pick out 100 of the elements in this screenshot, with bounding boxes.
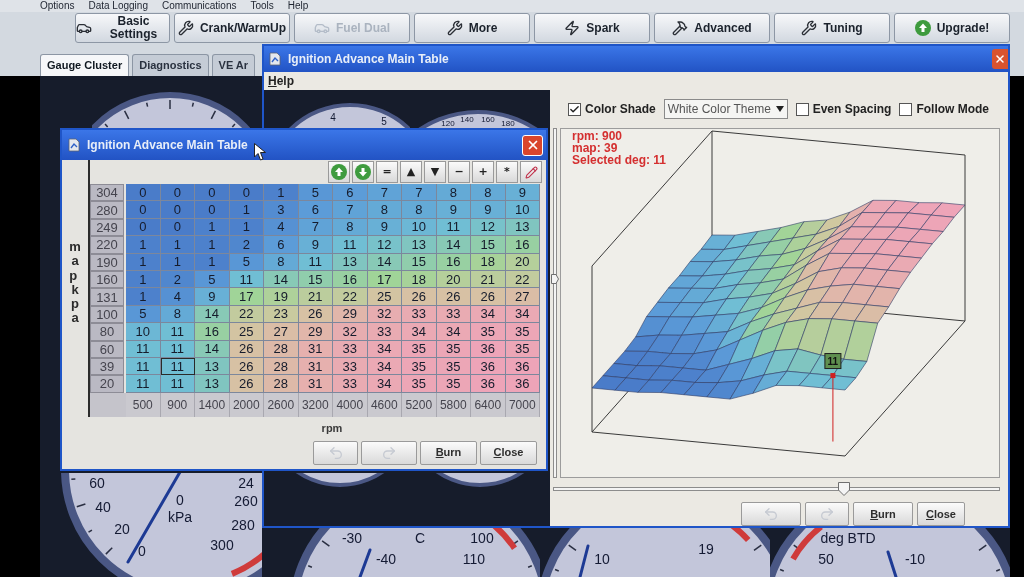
dialog-button[interactable]: Close <box>480 440 537 465</box>
table-cell[interactable]: 35 <box>471 323 506 341</box>
table-cell[interactable]: 9 <box>471 201 506 219</box>
table-cell[interactable]: 35 <box>505 323 540 341</box>
table-cell[interactable]: 4 <box>160 288 195 306</box>
table-cell[interactable]: 13 <box>195 375 230 393</box>
table-cell[interactable]: 10 <box>505 201 540 219</box>
slider-thumb[interactable] <box>837 482 850 496</box>
checkbox-label[interactable]: Even Spacing <box>812 100 892 118</box>
theme-dropdown[interactable]: White Color Theme <box>663 99 788 119</box>
tool-button[interactable] <box>328 161 350 183</box>
table-cell[interactable]: 10 <box>126 323 161 341</box>
toolbar-button[interactable]: Tuning <box>774 13 890 43</box>
table-cell[interactable]: 8 <box>402 201 437 219</box>
table-cell[interactable]: 0 <box>229 184 264 202</box>
tab[interactable]: Gauge Cluster <box>40 54 130 76</box>
table-cell[interactable]: 8 <box>436 184 471 202</box>
table-cell[interactable]: 11 <box>160 323 195 341</box>
toolbar-button[interactable]: More <box>414 13 530 43</box>
tool-button[interactable]: + <box>472 161 494 183</box>
table-cell[interactable]: 27 <box>264 323 299 341</box>
table-cell[interactable]: 33 <box>367 323 402 341</box>
table-cell[interactable]: 15 <box>471 236 506 254</box>
checkbox[interactable] <box>899 102 913 116</box>
table-cell[interactable]: 1 <box>264 184 299 202</box>
tool-button[interactable] <box>352 161 374 183</box>
checkbox-label[interactable]: Follow Mode <box>916 100 990 118</box>
table-cell[interactable]: 0 <box>160 184 195 202</box>
table-cell[interactable]: 6 <box>333 184 368 202</box>
table-cell[interactable]: 9 <box>436 201 471 219</box>
table-cell[interactable]: 26 <box>436 288 471 306</box>
table-cell[interactable]: 6 <box>298 201 333 219</box>
checkbox[interactable] <box>568 102 581 116</box>
table-cell[interactable]: 34 <box>436 323 471 341</box>
menu-item[interactable]: Options <box>40 0 75 12</box>
vertical-slider[interactable] <box>551 128 559 478</box>
tool-button[interactable]: = <box>376 161 398 183</box>
table-cell[interactable]: 1 <box>229 201 264 219</box>
table-cell[interactable]: 26 <box>471 288 506 306</box>
toolbar-button[interactable]: Spark <box>534 13 650 43</box>
table-cell[interactable]: 17 <box>229 288 264 306</box>
table-cell[interactable]: 14 <box>436 236 471 254</box>
table-cell[interactable]: 5 <box>298 184 333 202</box>
table-cell[interactable]: 33 <box>333 375 368 393</box>
table-cell[interactable]: 0 <box>160 201 195 219</box>
tab[interactable]: Diagnostics <box>132 54 209 76</box>
menu-item[interactable]: Communications <box>161 0 237 12</box>
tool-button[interactable]: ▲ <box>400 161 422 183</box>
dialog-button[interactable]: Burn <box>853 502 913 526</box>
table-cell[interactable]: 0 <box>126 201 161 219</box>
table-cell[interactable]: 16 <box>195 323 230 341</box>
close-button[interactable] <box>522 134 543 156</box>
table-cell[interactable]: 26 <box>229 375 264 393</box>
table-cell[interactable]: 16 <box>505 236 540 254</box>
checkbox-label[interactable]: Color Shade <box>585 100 656 118</box>
table-cell[interactable]: 9 <box>505 184 540 202</box>
table-cell[interactable]: 7 <box>367 184 402 202</box>
close-button[interactable] <box>992 49 1008 69</box>
table-cell[interactable]: 6 <box>264 236 299 254</box>
table-cell[interactable]: 8 <box>367 201 402 219</box>
table-cell[interactable]: 0 <box>195 201 230 219</box>
table-cell[interactable]: 1 <box>126 236 161 254</box>
table-cell[interactable]: 36 <box>505 375 540 393</box>
dialog-button[interactable]: Burn <box>420 440 477 465</box>
tool-button[interactable]: * <box>496 161 518 183</box>
table-cell[interactable]: 27 <box>505 288 540 306</box>
table-cell[interactable]: 12 <box>367 236 402 254</box>
table-cell[interactable]: 35 <box>436 375 471 393</box>
table-cell[interactable]: 19 <box>264 288 299 306</box>
tool-button[interactable] <box>520 161 542 183</box>
table-cell[interactable]: 22 <box>333 288 368 306</box>
tab[interactable]: VE Ar <box>211 54 256 76</box>
table-cell[interactable]: 11 <box>126 375 161 393</box>
toolbar-button[interactable]: Basic Settings <box>75 13 170 43</box>
table-cell[interactable]: 11 <box>160 375 195 393</box>
menu-item[interactable]: Help <box>268 72 294 90</box>
table-cell[interactable]: 7 <box>402 184 437 202</box>
table-cell[interactable]: 0 <box>195 184 230 202</box>
table-cell[interactable]: 29 <box>298 323 333 341</box>
table-cell[interactable]: 1 <box>126 288 161 306</box>
table-cell[interactable]: 1 <box>160 236 195 254</box>
table-cell[interactable]: 35 <box>402 375 437 393</box>
table-cell[interactable]: 11 <box>333 236 368 254</box>
table-cell[interactable]: 36 <box>471 375 506 393</box>
horizontal-slider[interactable] <box>553 482 1000 496</box>
table-cell[interactable]: 34 <box>367 375 402 393</box>
dialog-button[interactable]: Close <box>917 502 965 526</box>
table-cell[interactable]: 31 <box>298 375 333 393</box>
table-cell[interactable]: 7 <box>333 201 368 219</box>
tool-button[interactable]: ▼ <box>424 161 446 183</box>
table-cell[interactable]: 25 <box>367 288 402 306</box>
menu-item[interactable]: Data Logging <box>88 0 148 12</box>
table-cell[interactable]: 2 <box>229 236 264 254</box>
table-cell[interactable]: 9 <box>195 288 230 306</box>
tool-button[interactable]: − <box>448 161 470 183</box>
table-cell[interactable]: 0 <box>126 184 161 202</box>
table-cell[interactable]: 32 <box>333 323 368 341</box>
table-cell[interactable]: 21 <box>298 288 333 306</box>
table-cell[interactable]: 3 <box>264 201 299 219</box>
table-cell[interactable]: 25 <box>229 323 264 341</box>
